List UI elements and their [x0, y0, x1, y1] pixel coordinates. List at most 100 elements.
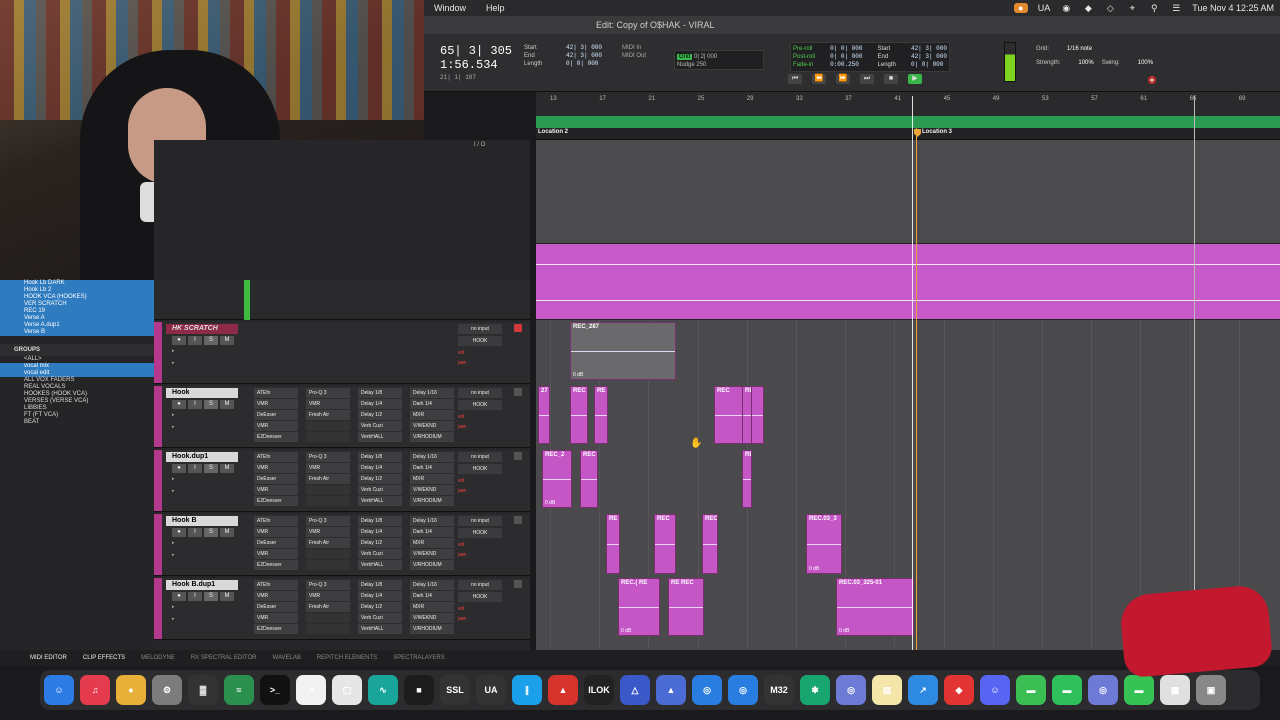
edit-window-tracks[interactable]: REC_287 0 dB 27 REC RE REC RE REC_2 0 dB REC RE RE R…: [536, 140, 1280, 650]
track-list-item[interactable]: HOOK VCA (HOOKES): [0, 294, 154, 301]
insert-slot[interactable]: V/WEKND: [410, 421, 454, 431]
volume-label[interactable]: vol: [458, 476, 502, 486]
track-header[interactable]: Hook.dup1 ● I S M ▸ ▸ ATEfx VMR DeEsser VMR E2Deess…: [154, 450, 530, 512]
nudge-value[interactable]: 250: [696, 62, 706, 68]
insert-slot[interactable]: E2Deesser: [254, 560, 298, 570]
audio-clip[interactable]: REC_287 0 dB: [570, 322, 676, 380]
insert-slot[interactable]: VMR: [306, 591, 350, 601]
record-arm-button[interactable]: ●: [172, 592, 186, 601]
dock-app-icon[interactable]: ✱: [800, 675, 830, 705]
track-automation-selector[interactable]: ▸: [172, 424, 175, 430]
mute-button[interactable]: M: [220, 400, 234, 409]
insert-slot[interactable]: Delay 1/16: [410, 388, 454, 398]
insert-slot[interactable]: MXR: [410, 602, 454, 612]
dock-app-icon[interactable]: ▣: [1196, 675, 1226, 705]
insert-slot[interactable]: MXR: [410, 474, 454, 484]
fadein-label[interactable]: Fade-in: [793, 61, 815, 69]
insert-slot[interactable]: DeEsser: [254, 538, 298, 548]
output-selector[interactable]: HOOK: [458, 592, 502, 602]
pr-start-value[interactable]: 42| 3| 000: [911, 45, 947, 53]
dock-app-icon[interactable]: ≈: [224, 675, 254, 705]
dock-app-icon[interactable]: ▬: [1052, 675, 1082, 705]
selection-values[interactable]: 42| 3| 000 42| 3| 000 0| 0| 000: [566, 44, 602, 68]
insert-slot[interactable]: Verb Cuzi: [358, 549, 402, 559]
group-item[interactable]: HOOKES (HOOK VCA): [0, 391, 154, 398]
insert-slot[interactable]: VMR: [254, 527, 298, 537]
insert-slot[interactable]: Verb Cuzi: [358, 421, 402, 431]
marker-ruler[interactable]: [536, 116, 1280, 128]
volume-label[interactable]: vol: [458, 412, 502, 422]
insert-slot[interactable]: Delay 1/2: [358, 410, 402, 420]
audio-clip[interactable]: REC.03_3 0 dB: [806, 514, 842, 574]
insert-slot[interactable]: [306, 549, 350, 559]
solo-button[interactable]: S: [204, 592, 218, 601]
ua-status[interactable]: UA: [1038, 3, 1051, 13]
solo-button[interactable]: S: [204, 528, 218, 537]
location-3-marker[interactable]: Location 3: [922, 129, 952, 135]
solo-button[interactable]: S: [204, 400, 218, 409]
search-icon[interactable]: ⚲: [1148, 3, 1160, 13]
insert-slot[interactable]: Delay 1/16: [410, 580, 454, 590]
clock[interactable]: Tue Nov 4 12:25 AM: [1192, 3, 1274, 13]
track-automation-selector[interactable]: ▸: [172, 552, 175, 558]
audio-clip[interactable]: RE: [594, 386, 608, 444]
dock-app-icon[interactable]: UA: [476, 675, 506, 705]
main-counter[interactable]: 65| 3| 305 1:56.534: [440, 44, 512, 72]
track-view-selector[interactable]: ▸: [172, 604, 175, 610]
insert-slot[interactable]: Verb Cuzi: [358, 613, 402, 623]
tab-melodyne[interactable]: MELODYNE: [141, 655, 175, 661]
group-item[interactable]: FT (FT VCA): [0, 412, 154, 419]
group-item[interactable]: LIBBIES: [0, 405, 154, 412]
quantize-controls[interactable]: Grid: 1/16 note Strength: 100% Swing: 100%: [1036, 42, 1153, 70]
grid-value[interactable]: 0| 2| 000: [694, 54, 717, 60]
dock-app-icon[interactable]: ■: [404, 675, 434, 705]
insert-slot[interactable]: VerbHALL: [358, 496, 402, 506]
insert-slot[interactable]: Delay 1/16: [410, 452, 454, 462]
track-list-item[interactable]: Hook Lb DARK: [0, 280, 154, 287]
audio-clip[interactable]: REC_2 0 dB: [542, 450, 572, 508]
dock-app-icon[interactable]: SSL: [440, 675, 470, 705]
insert-slot[interactable]: V/RHODIUM: [410, 496, 454, 506]
insert-slot[interactable]: VMR: [254, 591, 298, 601]
insert-slot[interactable]: V/WEKND: [410, 485, 454, 495]
postroll-label[interactable]: Post-roll: [793, 53, 815, 61]
dock-app-icon[interactable]: ◆: [944, 675, 974, 705]
insert-slot[interactable]: DeEsser: [254, 602, 298, 612]
dock-app-icon[interactable]: ↗: [908, 675, 938, 705]
track-list-item[interactable]: Verse A: [0, 315, 154, 322]
insert-slot[interactable]: Fresh Air: [306, 538, 350, 548]
track-automation-selector[interactable]: ▸: [172, 360, 175, 366]
solo-button[interactable]: S: [204, 336, 218, 345]
mute-button[interactable]: M: [220, 464, 234, 473]
track-name[interactable]: Hook.dup1: [166, 452, 238, 462]
insert-slot[interactable]: E2Deesser: [254, 432, 298, 442]
dock-app-icon[interactable]: ▓: [188, 675, 218, 705]
insert-slot[interactable]: VMR: [254, 549, 298, 559]
track-view-selector[interactable]: ▸: [172, 476, 175, 482]
audio-clip[interactable]: RE REC: [668, 578, 704, 636]
insert-slot[interactable]: Pro-Q 3: [306, 580, 350, 590]
insert-slot[interactable]: Pro-Q 3: [306, 388, 350, 398]
track-list-item[interactable]: VER SCRATCH: [0, 301, 154, 308]
insert-slot[interactable]: MXR: [410, 410, 454, 420]
record-arm-button[interactable]: ●: [172, 528, 186, 537]
insert-slot[interactable]: VerbHALL: [358, 432, 402, 442]
input-selector[interactable]: no input: [458, 452, 502, 462]
input-selector[interactable]: no input: [458, 324, 502, 334]
input-monitor-button[interactable]: I: [188, 592, 202, 601]
grid-label[interactable]: Grid: [677, 54, 693, 60]
insert-slot[interactable]: [306, 560, 350, 570]
track-list-item[interactable]: REC 19: [0, 308, 154, 315]
insert-slot[interactable]: DeEsser: [254, 410, 298, 420]
dock-app-icon[interactable]: >_: [260, 675, 290, 705]
end-value[interactable]: 42| 3| 000: [566, 52, 602, 60]
dock-app-icon[interactable]: ↗: [296, 675, 326, 705]
insert-slot[interactable]: Delay 1/4: [358, 527, 402, 537]
dock-app-icon[interactable]: ∥: [512, 675, 542, 705]
track-view-selector[interactable]: ▸: [172, 348, 175, 354]
insert-slot[interactable]: Fresh Air: [306, 410, 350, 420]
insert-slot[interactable]: Delay 1/8: [358, 452, 402, 462]
pr-end-value[interactable]: 42| 3| 000: [911, 53, 947, 61]
output-selector[interactable]: HOOK: [458, 464, 502, 474]
insert-slot[interactable]: VerbHALL: [358, 560, 402, 570]
